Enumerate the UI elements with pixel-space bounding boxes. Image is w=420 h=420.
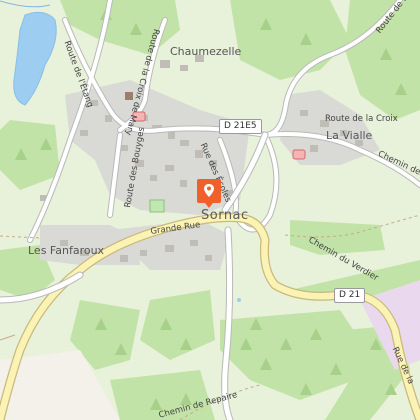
road-shield-d21e5: D 21E5	[219, 119, 262, 134]
place-la-vialle: La Vialle	[326, 129, 373, 142]
location-pin-icon[interactable]	[196, 178, 222, 208]
map-view[interactable]: Chaumezelle La Vialle Sornac Les Fanfaro…	[0, 0, 420, 420]
place-les-fanfaroux: Les Fanfaroux	[28, 244, 105, 257]
place-sornac: Sornac	[201, 208, 249, 223]
place-chaumezelle: Chaumezelle	[170, 45, 242, 58]
road-label-route-croix: Route de la Croix	[325, 114, 398, 124]
road-shield-d21: D 21	[334, 288, 366, 303]
poi-icon[interactable]	[292, 149, 306, 160]
park-icon[interactable]	[149, 199, 165, 213]
pond-dot	[237, 298, 241, 302]
